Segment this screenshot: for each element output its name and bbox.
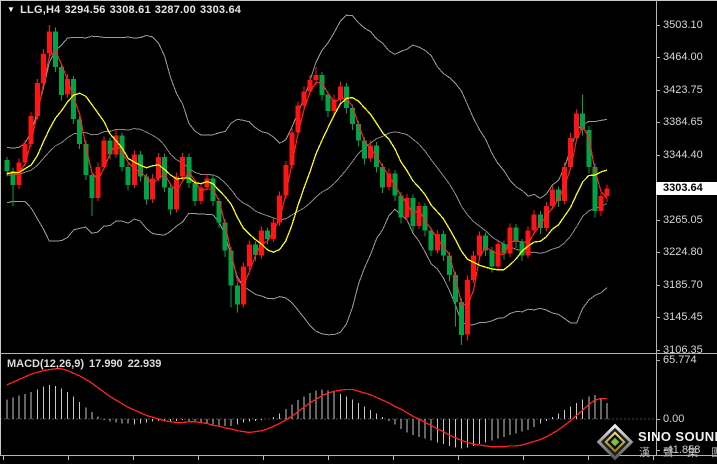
price-axis-tick	[656, 350, 660, 351]
time-axis-tick	[68, 456, 69, 460]
symbol-timeframe-label: LLG,H4	[20, 4, 60, 16]
time-axis-tick	[328, 456, 329, 460]
time-axis-tick	[588, 456, 589, 460]
sino-sound-chinese-text: 漢 聲 集 團	[639, 444, 717, 460]
macd-signal-line	[7, 369, 607, 447]
macd-name-label: MACD(12,26,9)	[7, 358, 84, 370]
price-axis-label: 3265.05	[663, 214, 703, 226]
ohlc-low-value: 3287.00	[155, 4, 196, 16]
ohlc-open-value: 3294.56	[64, 4, 105, 16]
price-axis-tick	[656, 285, 660, 286]
ohlc-close-value: 3303.64	[200, 4, 241, 16]
macd-axis-tick	[656, 419, 660, 420]
price-axis-tick	[656, 90, 660, 91]
ohlc-high-value: 3308.61	[110, 4, 151, 16]
macd-indicator-label: MACD(12,26,9) 17.990 22.939	[7, 358, 166, 370]
price-axis-tick	[656, 155, 660, 156]
price-axis-border	[656, 0, 657, 455]
candlesticks	[5, 25, 610, 345]
price-axis-label: 3185.70	[663, 279, 703, 291]
macd-axis-tick	[656, 360, 660, 361]
time-axis-tick	[458, 456, 459, 460]
time-axis-tick	[263, 456, 264, 460]
macd-value-label: 17.990	[89, 358, 123, 370]
sino-sound-brand-text: SINO SOUND	[638, 429, 717, 444]
price-axis-tick	[656, 122, 660, 123]
bollinger-lower-band	[7, 201, 607, 334]
price-axis-tick	[656, 57, 660, 58]
time-axis-tick	[393, 456, 394, 460]
price-axis-label: 3503.10	[663, 19, 703, 31]
time-axis-tick	[523, 456, 524, 460]
price-axis-tick	[656, 25, 660, 26]
pane-separator[interactable]	[0, 353, 717, 354]
current-price-tag: 3303.64	[656, 182, 717, 195]
time-axis-tick	[3, 456, 4, 460]
price-axis-label: 3224.80	[663, 246, 703, 258]
time-axis-tick	[133, 456, 134, 460]
sino-sound-watermark: SINO SOUND 漢 聲 集 團	[596, 423, 714, 462]
price-axis-tick	[656, 220, 660, 221]
price-chart-pane[interactable]	[0, 0, 656, 353]
macd-axis-label: 65.774	[663, 354, 697, 366]
price-axis-label: 3145.45	[663, 311, 703, 323]
trading-chart-window: ▼ LLG,H4 3294.56 3308.61 3287.00 3303.64 MACD…	[0, 0, 717, 464]
window-top-border	[0, 0, 717, 1]
price-axis-tick	[656, 317, 660, 318]
macd-signal-value-label: 22.939	[128, 358, 162, 370]
sino-sound-diamond-icon	[596, 423, 634, 461]
price-axis-label: 3423.75	[663, 84, 703, 96]
macd-histogram	[7, 385, 607, 449]
price-axis-label: 3384.65	[663, 116, 703, 128]
price-axis-tick	[656, 252, 660, 253]
time-axis-tick	[198, 456, 199, 460]
price-axis-label: 3344.40	[663, 149, 703, 161]
price-axis-label: 3464.00	[663, 51, 703, 63]
window-left-border	[0, 0, 1, 455]
chevron-down-icon[interactable]: ▼	[7, 5, 15, 14]
chart-symbol-header: ▼ LLG,H4 3294.56 3308.61 3287.00 3303.64	[7, 4, 245, 16]
